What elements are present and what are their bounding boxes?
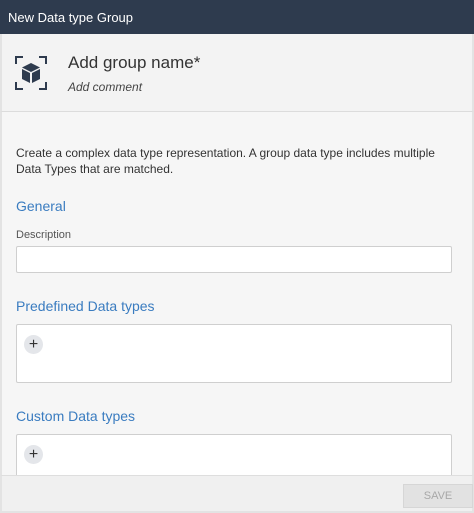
window-title: New Data type Group <box>8 9 134 25</box>
add-comment-field[interactable]: Add comment <box>68 80 142 94</box>
form-body: Create a complex data type representatio… <box>0 112 474 475</box>
predefined-section-title: Predefined Data types <box>16 298 155 314</box>
custom-section-title: Custom Data types <box>16 408 136 424</box>
group-header: Add group name* Add comment <box>0 34 474 112</box>
window-titlebar: New Data type Group <box>0 0 474 34</box>
cube-in-frame-icon <box>15 56 47 90</box>
custom-data-types-list: + <box>16 434 452 475</box>
description-input[interactable] <box>16 246 452 273</box>
intro-text: Create a complex data type representatio… <box>16 146 435 176</box>
description-label: Description <box>16 229 72 241</box>
add-custom-button[interactable]: + <box>24 445 43 464</box>
general-section-title: General <box>16 198 66 214</box>
group-name-field[interactable]: Add group name* <box>68 53 200 73</box>
predefined-data-types-list: + <box>16 324 452 383</box>
add-predefined-button[interactable]: + <box>24 335 43 354</box>
footer-bar: SAVE <box>0 475 474 513</box>
save-button[interactable]: SAVE <box>403 484 473 508</box>
